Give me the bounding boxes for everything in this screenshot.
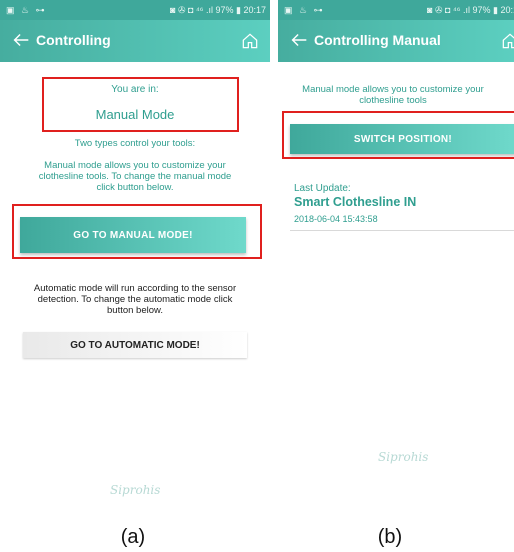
phone-screen-a: ▣ ♨ ⊶ ◙ ✇ ◘ ⁴⁶ .ıl 97% ▮ 20:17 Controlli… [0, 0, 270, 508]
go-to-automatic-mode-button[interactable]: GO TO AUTOMATIC MODE! [23, 332, 247, 358]
types-label: Two types control your tools: [74, 138, 196, 149]
phone-screen-b: ▣ ♨ ⊶ ◙ ✇ ◘ ⁴⁶ .ıl 97% ▮ 20:1 Controllin… [278, 0, 514, 508]
status-info: ◙ ✇ ◘ ⁴⁶ .ıl 97% ▮ 20:1 [427, 5, 514, 15]
automatic-description: Automatic mode will run according to the… [33, 283, 237, 316]
switch-button-highlight-box [282, 111, 514, 159]
home-icon[interactable] [240, 31, 260, 51]
status-bar: ▣ ♨ ⊶ ◙ ✇ ◘ ⁴⁶ .ıl 97% ▮ 20:17 [0, 0, 270, 20]
manual-description: Manual mode allows you to customize your… [302, 84, 484, 106]
app-watermark: Siprohis [378, 450, 429, 464]
manual-description: Manual mode allows you to customize your… [38, 160, 232, 193]
page-title: Controlling [36, 32, 111, 48]
app-bar: Controlling Manual [278, 20, 514, 62]
app-bar: Controlling [0, 20, 270, 62]
device-status: Smart Clothesline IN [294, 195, 417, 209]
back-arrow-icon[interactable] [288, 29, 310, 51]
back-arrow-icon[interactable] [10, 29, 32, 51]
divider [290, 230, 514, 231]
last-update-label: Last Update: [294, 183, 351, 194]
last-update-timestamp: 2018-06-04 15:43:58 [294, 214, 378, 224]
mode-highlight-box [42, 77, 239, 132]
caption-b: (b) [377, 526, 403, 548]
caption-a: (a) [120, 526, 146, 548]
status-bar: ▣ ♨ ⊶ ◙ ✇ ◘ ⁴⁶ .ıl 97% ▮ 20:1 [278, 0, 514, 20]
status-info: ◙ ✇ ◘ ⁴⁶ .ıl 97% ▮ 20:17 [170, 5, 266, 15]
manual-button-highlight-box [12, 204, 262, 259]
page-title: Controlling Manual [314, 32, 441, 48]
home-icon[interactable] [500, 31, 514, 51]
status-icons-left: ▣ ♨ ⊶ [6, 5, 47, 15]
app-watermark: Siprohis [110, 483, 161, 497]
status-icons-left: ▣ ♨ ⊶ [284, 5, 325, 15]
